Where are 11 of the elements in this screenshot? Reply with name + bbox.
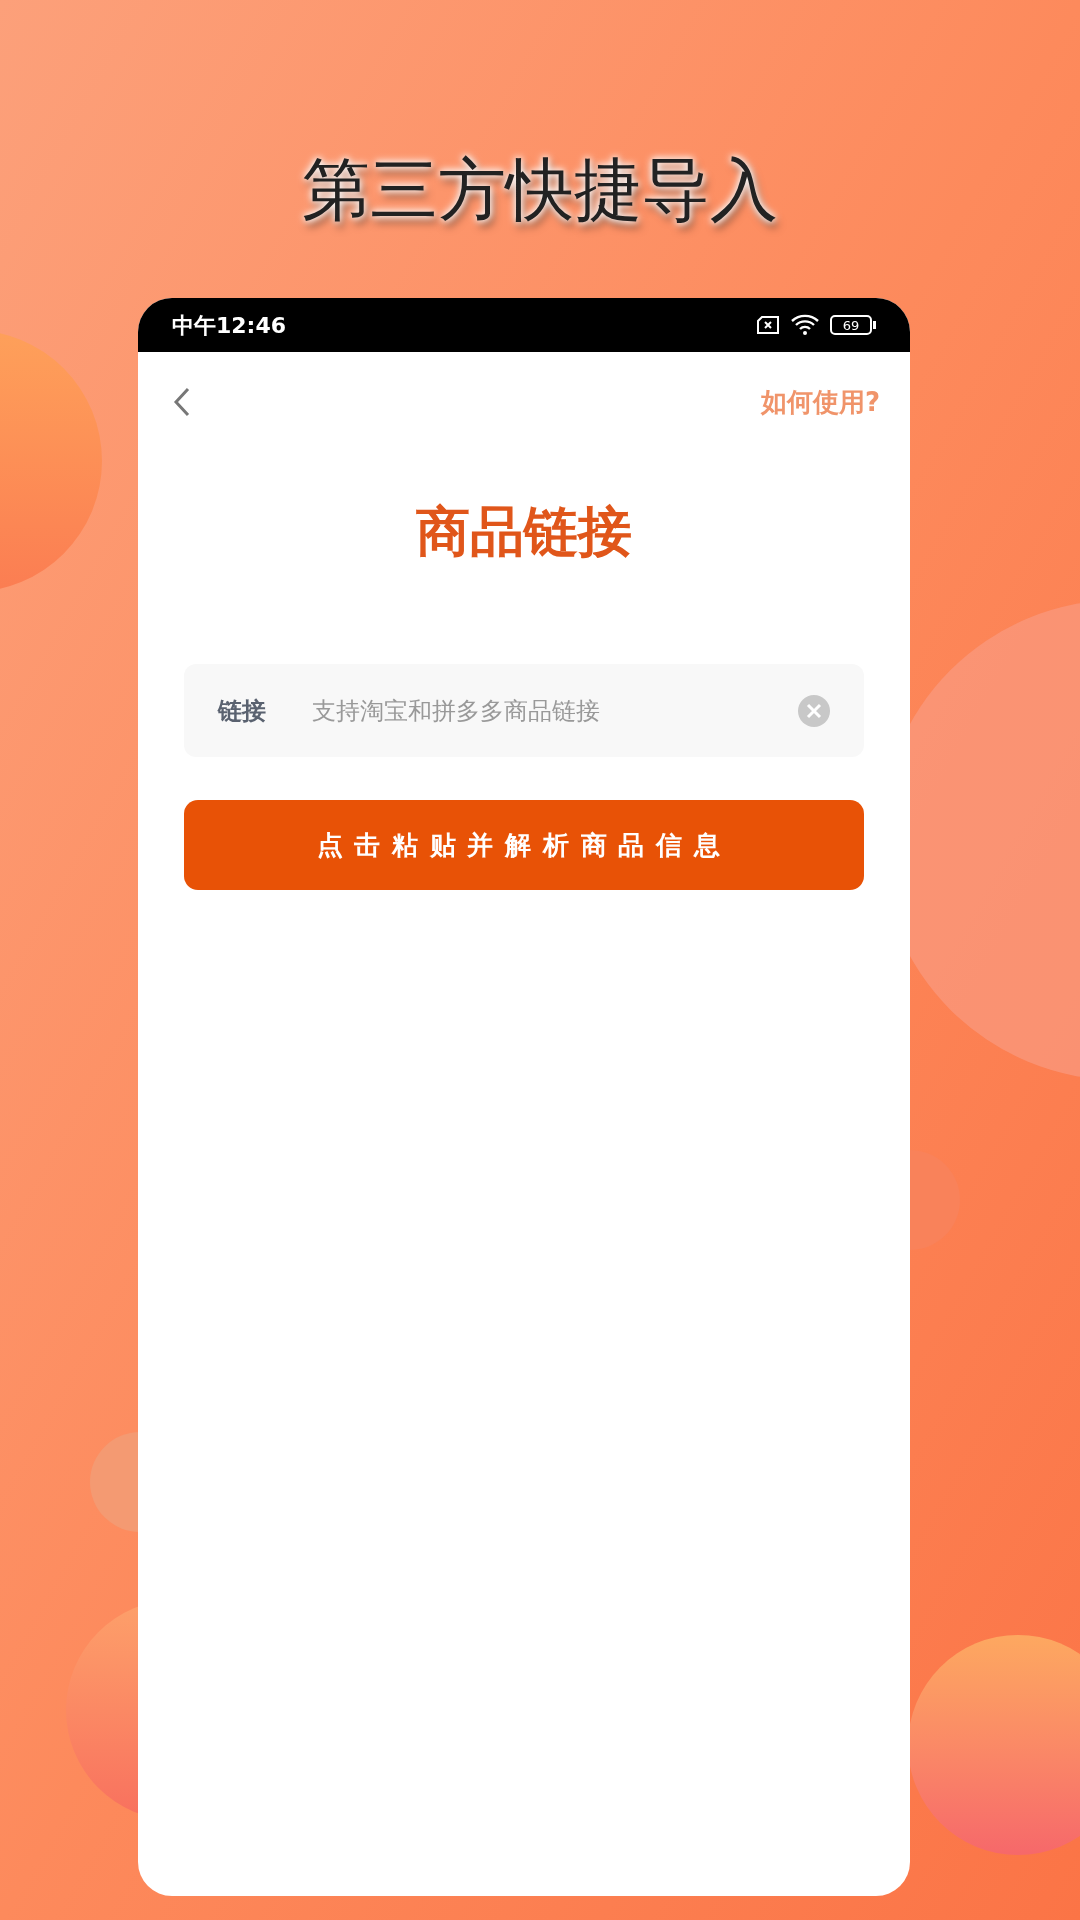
link-input-field[interactable]: 支持淘宝和拼多多商品链接: [312, 692, 798, 729]
parse-button[interactable]: 点击粘贴并解析商品信息: [184, 800, 864, 890]
page-title: 商品链接: [415, 499, 633, 565]
wifi-icon: [790, 313, 820, 337]
battery-level: 69: [842, 318, 860, 332]
link-input-box[interactable]: 链接 支持淘宝和拼多多商品链接: [184, 664, 864, 757]
status-time: 中午12:46: [172, 311, 287, 340]
headline: 第三方快捷导入: [302, 149, 778, 231]
help-link[interactable]: 如何使用?: [760, 382, 880, 422]
field-label: 链接: [218, 695, 267, 727]
sim-card-icon: [756, 315, 780, 335]
